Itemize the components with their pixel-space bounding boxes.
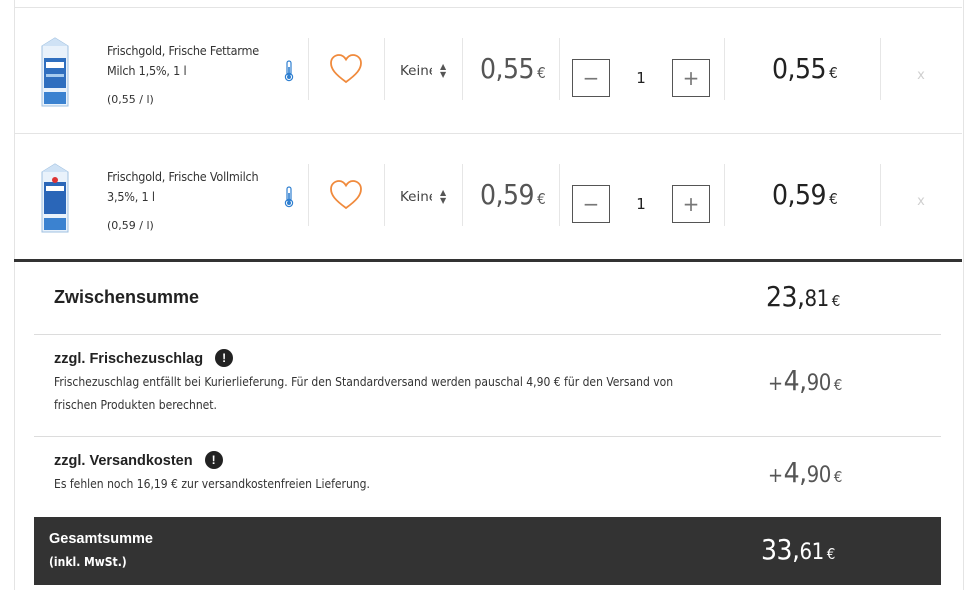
subtotal-cents: 81	[804, 287, 830, 312]
column-divider	[880, 164, 881, 226]
cart-item-row: Frischgold, Frische Vollmilch 3,5%, 1 l …	[14, 134, 962, 258]
divider	[34, 334, 941, 335]
item-total-whole: 0,	[772, 52, 796, 85]
unit-price-text: (0,55 / l)	[107, 93, 154, 106]
column-divider	[308, 38, 309, 100]
summary-divider	[14, 259, 962, 262]
quantity-value[interactable]: 1	[626, 195, 656, 213]
currency-symbol: €	[826, 545, 836, 563]
column-divider	[462, 38, 463, 100]
product-name[interactable]: Frischgold, Frische Vollmilch 3,5%, 1 l	[107, 167, 282, 207]
subtotal-whole: 23,	[766, 280, 805, 313]
increase-quantity-button[interactable]: +	[672, 59, 710, 97]
heart-icon[interactable]	[329, 179, 363, 211]
column-divider	[559, 38, 560, 100]
item-total-whole: 0,	[772, 178, 796, 211]
thermometer-icon	[284, 60, 294, 82]
currency-symbol: €	[829, 190, 838, 208]
item-total-cents: 59	[795, 178, 827, 211]
currency-symbol: €	[831, 292, 841, 310]
fresh-fee-title: zzgl. Frischezuschlag!	[54, 349, 234, 368]
increase-quantity-button[interactable]: +	[672, 185, 710, 223]
currency-symbol: €	[833, 376, 843, 394]
select-arrows-icon: ▲ ▼	[440, 62, 447, 79]
column-divider	[724, 38, 725, 100]
product-name[interactable]: Frischgold, Frische Fettarme Milch 1,5%,…	[107, 41, 282, 81]
milk-carton-image	[41, 163, 69, 233]
plus-sign: +	[768, 463, 783, 487]
column-divider	[462, 164, 463, 226]
unit-price: 0,55 €	[480, 52, 560, 85]
subtotal-label: Zwischensumme	[54, 287, 200, 307]
fresh-fee-cents: 90	[806, 371, 832, 396]
shipping-description: Es fehlen noch 16,19 € zur versandkosten…	[54, 477, 370, 491]
info-icon[interactable]: !	[204, 451, 223, 469]
grand-total-label: Gesamtsumme	[49, 531, 153, 547]
column-divider	[384, 38, 385, 100]
packaging-select[interactable]: Keine ▲▼	[400, 186, 452, 208]
packaging-value: Keine	[400, 63, 432, 79]
column-divider	[724, 164, 725, 226]
currency-symbol: €	[537, 64, 546, 82]
grand-total-cents: 61	[799, 540, 825, 565]
unit-price-cents: 55	[503, 52, 535, 85]
cart-item-row: Frischgold, Frische Fettarme Milch 1,5%,…	[14, 8, 962, 132]
currency-symbol: €	[829, 64, 838, 82]
decrease-quantity-button[interactable]: −	[572, 59, 610, 97]
column-divider	[559, 164, 560, 226]
grand-total-price: 33,61 €	[761, 533, 835, 566]
plus-sign: +	[768, 371, 783, 395]
item-total-cents: 55	[795, 52, 827, 85]
fresh-fee-title-text: zzgl. Frischezuschlag	[54, 350, 204, 367]
item-total: 0,55 €	[772, 52, 862, 85]
thermometer-icon	[284, 186, 294, 208]
decrease-quantity-button[interactable]: −	[572, 185, 610, 223]
subtotal-price: 23,81 €	[766, 280, 840, 313]
heart-icon[interactable]	[329, 53, 363, 85]
info-icon[interactable]: !	[215, 349, 234, 367]
packaging-select[interactable]: Keine ▲▼	[400, 60, 452, 82]
packaging-value: Keine	[400, 189, 432, 205]
quantity-value[interactable]: 1	[626, 69, 656, 87]
milk-carton-image	[41, 37, 69, 107]
unit-price-cents: 59	[503, 178, 535, 211]
currency-symbol: €	[537, 190, 546, 208]
remove-item-button[interactable]: x	[914, 194, 928, 209]
fresh-fee-price: +4,90 €	[768, 364, 842, 397]
shipping-price: +4,90 €	[768, 456, 842, 489]
shipping-title-text: zzgl. Versandkosten	[54, 452, 193, 469]
unit-price-whole: 0,	[480, 52, 504, 85]
unit-price-whole: 0,	[480, 178, 504, 211]
currency-symbol: €	[833, 468, 843, 486]
grand-total-whole: 33,	[761, 533, 800, 566]
divider	[34, 436, 941, 437]
column-divider	[880, 38, 881, 100]
grand-total-vat-note: (inkl. MwSt.)	[49, 555, 127, 569]
select-arrows-icon: ▲ ▼	[440, 188, 447, 205]
fresh-fee-description: Frischezuschlag entfällt bei Kurierliefe…	[54, 375, 674, 412]
shipping-whole: 4,	[783, 456, 808, 489]
grand-total-bar: Gesamtsumme (inkl. MwSt.) 33,61 €	[34, 517, 941, 585]
column-divider	[308, 164, 309, 226]
unit-price: 0,59 €	[480, 178, 560, 211]
fresh-fee-whole: 4,	[783, 364, 808, 397]
column-divider	[384, 164, 385, 226]
unit-price-text: (0,59 / l)	[107, 219, 154, 232]
shipping-cents: 90	[806, 463, 832, 488]
shipping-title: zzgl. Versandkosten!	[54, 451, 223, 470]
remove-item-button[interactable]: x	[914, 68, 928, 83]
item-total: 0,59 €	[772, 178, 862, 211]
